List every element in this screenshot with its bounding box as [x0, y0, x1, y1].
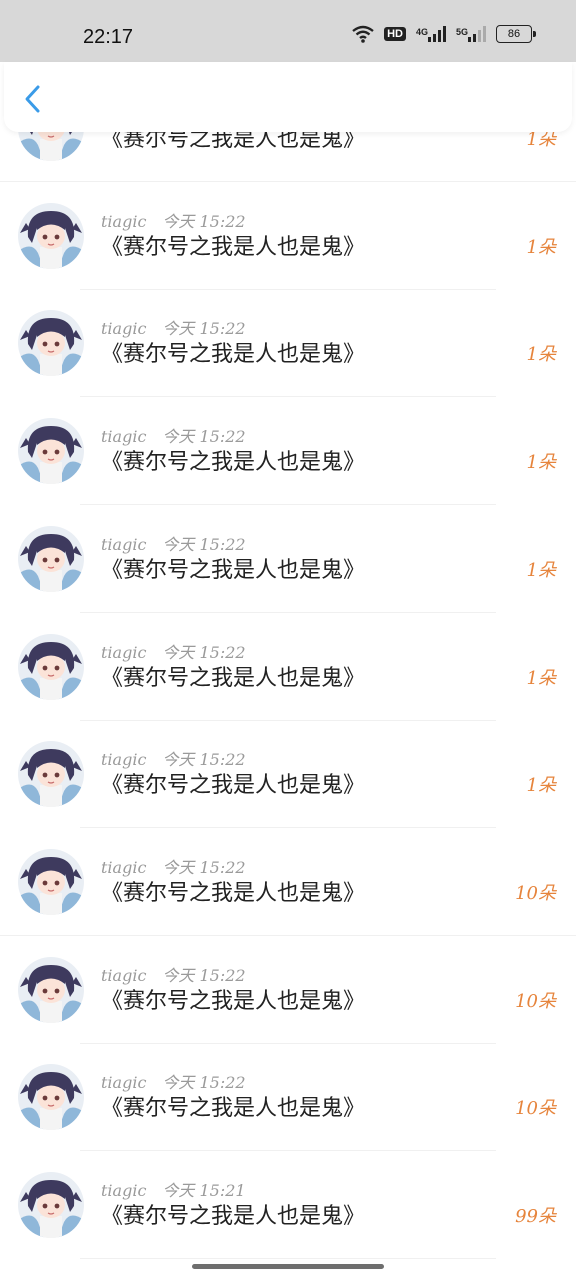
list-item[interactable]: tiagic 今天 15:22 《赛尔号之我是人也是鬼》 1朵 — [0, 398, 576, 506]
avatar-image — [18, 633, 84, 700]
avatar[interactable] — [18, 956, 84, 1023]
signal-icon — [427, 26, 446, 42]
avatar-image — [18, 1064, 84, 1131]
book-title: 《赛尔号之我是人也是鬼》 — [101, 450, 366, 476]
list-item[interactable]: tiagic 今天 15:22 《赛尔号之我是人也是鬼》 1朵 — [0, 506, 576, 613]
signal-4g: 4G — [416, 26, 446, 42]
gift-amount: 1朵 — [526, 236, 556, 258]
chevron-left-icon — [25, 85, 40, 113]
list-item[interactable]: tiagic 今天 15:22 《赛尔号之我是人也是鬼》 1朵 — [0, 183, 576, 290]
list-item[interactable]: tiagic 今天 15:22 《赛尔号之我是人也是鬼》 1朵 — [0, 290, 576, 398]
gift-amount: 1朵 — [526, 452, 556, 474]
avatar[interactable] — [18, 741, 84, 808]
status-icons: HD 4G 5G 86 — [352, 25, 536, 43]
avatar[interactable] — [18, 633, 84, 700]
gift-amount: 10朵 — [515, 1098, 556, 1120]
avatar-image — [18, 956, 84, 1023]
avatar[interactable] — [18, 202, 84, 269]
book-title: 《赛尔号之我是人也是鬼》 — [101, 342, 366, 368]
book-title: 《赛尔号之我是人也是鬼》 — [101, 880, 366, 906]
avatar-image — [18, 848, 84, 915]
list-item[interactable]: tiagic 今天 15:22 《赛尔号之我是人也是鬼》 10朵 — [0, 937, 576, 1044]
network-label-5g: 5G — [455, 27, 468, 37]
network-label-4g: 4G — [415, 27, 428, 37]
top-nav-bar — [4, 62, 572, 132]
status-time: 22:17 — [83, 26, 134, 48]
gift-amount: 1朵 — [526, 667, 556, 689]
book-title: 《赛尔号之我是人也是鬼》 — [101, 1096, 366, 1122]
book-title: 《赛尔号之我是人也是鬼》 — [101, 988, 366, 1014]
avatar-image — [18, 525, 84, 592]
book-title: 《赛尔号之我是人也是鬼》 — [101, 234, 366, 260]
avatar[interactable] — [18, 1064, 84, 1131]
gift-amount: 10朵 — [515, 882, 556, 904]
avatar-image — [18, 1172, 84, 1238]
divider — [80, 1258, 496, 1259]
gift-amount: 99朵 — [515, 1206, 556, 1227]
battery-icon: 86 — [496, 25, 536, 43]
status-bar: 22:17 HD 4G 5G 86 — [0, 0, 576, 62]
signal-5g: 5G — [456, 26, 486, 42]
list-item[interactable]: tiagic 今天 15:22 《赛尔号之我是人也是鬼》 1朵 — [0, 614, 576, 721]
gift-amount: 10朵 — [515, 990, 556, 1012]
avatar[interactable] — [18, 1172, 84, 1238]
avatar-image — [18, 202, 84, 269]
book-title: 《赛尔号之我是人也是鬼》 — [101, 773, 366, 799]
book-title: 《赛尔号之我是人也是鬼》 — [101, 1204, 366, 1229]
gift-amount: 1朵 — [526, 775, 556, 797]
avatar[interactable] — [18, 310, 84, 377]
avatar-image — [18, 418, 84, 485]
avatar[interactable] — [18, 848, 84, 915]
gift-amount: 1朵 — [526, 344, 556, 366]
signal-icon — [468, 26, 486, 42]
avatar-image — [18, 741, 84, 808]
book-title: 《赛尔号之我是人也是鬼》 — [101, 557, 366, 583]
back-button[interactable] — [18, 82, 48, 116]
gift-amount: 1朵 — [526, 559, 556, 581]
list-item[interactable]: tiagic 今天 15:21 《赛尔号之我是人也是鬼》 99朵 — [0, 1152, 576, 1259]
avatar[interactable] — [18, 525, 84, 592]
hd-badge: HD — [384, 27, 406, 41]
list-item[interactable]: tiagic 今天 15:22 《赛尔号之我是人也是鬼》 10朵 — [0, 1044, 576, 1152]
home-indicator[interactable] — [192, 1264, 384, 1269]
book-title: 《赛尔号之我是人也是鬼》 — [101, 665, 366, 691]
avatar[interactable] — [18, 418, 84, 485]
list-item[interactable]: tiagic 今天 15:22 《赛尔号之我是人也是鬼》 1朵 — [0, 721, 576, 829]
wifi-icon — [352, 25, 374, 43]
list-item[interactable]: tiagic 今天 15:22 《赛尔号之我是人也是鬼》 10朵 — [0, 829, 576, 936]
avatar-image — [18, 310, 84, 377]
